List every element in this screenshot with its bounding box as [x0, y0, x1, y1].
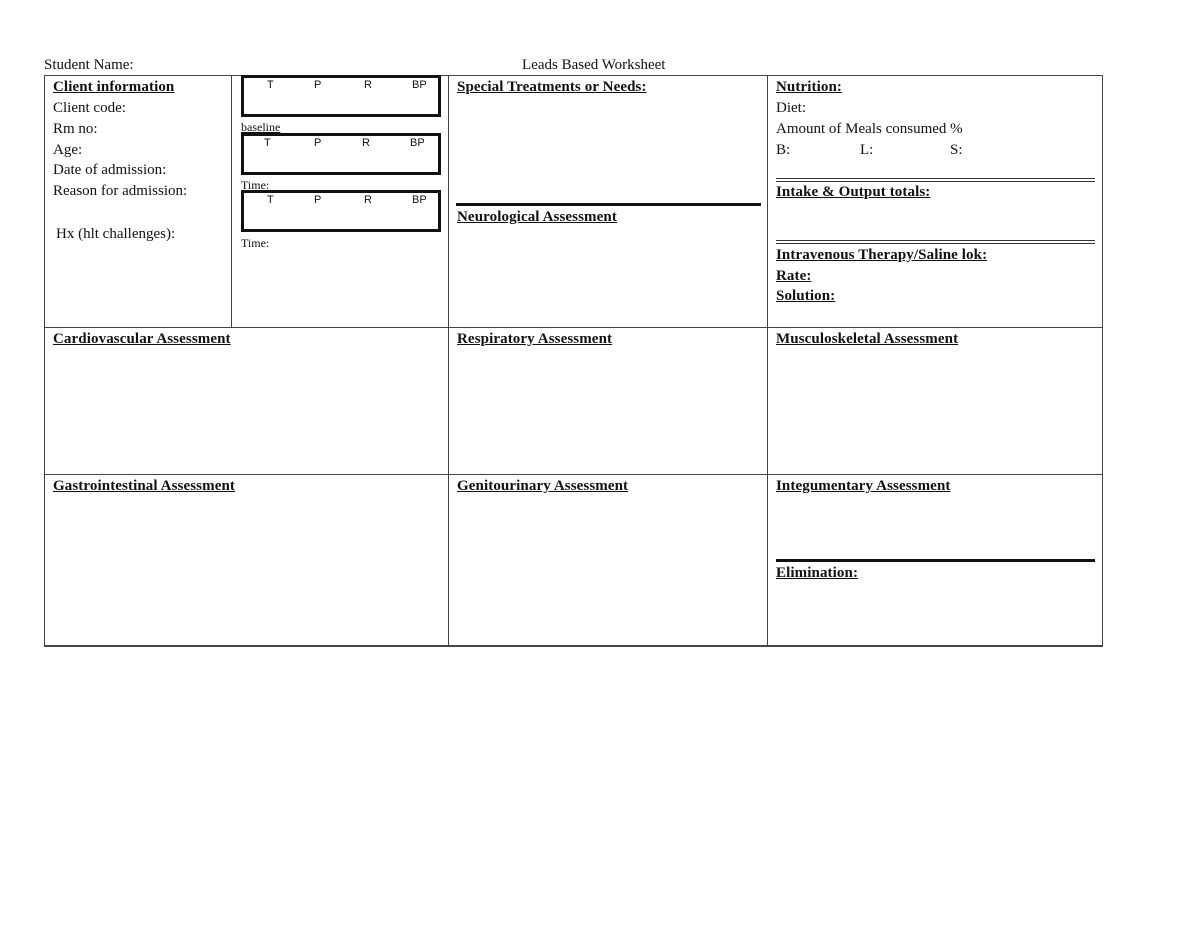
grid-col-divider-2	[767, 75, 768, 646]
vitals-box-time-2[interactable]: T P R BP	[241, 190, 441, 232]
vitals-resp-label: R	[364, 79, 372, 91]
vitals-resp-label: R	[362, 137, 370, 149]
iv-therapy-heading: Intravenous Therapy/Saline lok:	[776, 247, 988, 263]
vitals-caption-baseline: baseline	[241, 120, 281, 134]
meal-lunch-label: L:	[860, 142, 874, 158]
vitals-temp-label: T	[264, 137, 271, 149]
integumentary-heading: Integumentary Assessment	[776, 478, 951, 494]
grid-top-border	[44, 75, 1103, 76]
diet-label: Diet:	[776, 100, 806, 116]
neurological-heading: Neurological Assessment	[457, 209, 617, 225]
age-label: Age:	[53, 142, 83, 158]
vitals-bp-label: BP	[412, 194, 427, 206]
vitals-bp-label: BP	[412, 79, 427, 91]
vitals-box-baseline[interactable]: T P R BP	[241, 75, 441, 117]
meals-consumed-label: Amount of Meals consumed %	[776, 121, 963, 137]
intake-output-heading: Intake & Output totals:	[776, 184, 931, 200]
iv-rate-label: Rate:	[776, 268, 812, 284]
room-number-label: Rm no:	[53, 121, 98, 137]
client-code-label: Client code:	[53, 100, 126, 116]
grid-bottom-border	[44, 645, 1103, 647]
student-name-label: Student Name:	[44, 57, 134, 73]
vitals-pulse-label: P	[314, 79, 322, 91]
grid-right-border	[1102, 75, 1103, 646]
genitourinary-heading: Genitourinary Assessment	[457, 478, 629, 494]
meal-breakfast-label: B:	[776, 142, 791, 158]
admission-reason-label: Reason for admission:	[53, 183, 188, 199]
cardiovascular-heading: Cardiovascular Assessment	[53, 331, 231, 347]
respiratory-heading: Respiratory Assessment	[457, 331, 613, 347]
grid-col-divider-1	[448, 75, 449, 646]
elimination-heading: Elimination:	[776, 565, 859, 581]
client-info-heading: Client information	[53, 79, 175, 95]
vitals-bp-label: BP	[410, 137, 425, 149]
section-divider	[456, 203, 761, 206]
musculoskeletal-heading: Musculoskeletal Assessment	[776, 331, 959, 347]
grid-left-border	[44, 75, 45, 646]
vitals-resp-label: R	[364, 194, 372, 206]
special-treatments-heading: Special Treatments or Needs:	[457, 79, 647, 95]
iv-solution-label: Solution:	[776, 288, 836, 304]
gastrointestinal-heading: Gastrointestinal Assessment	[53, 478, 236, 494]
vitals-box-time-1[interactable]: T P R BP	[241, 133, 441, 175]
vitals-pulse-label: P	[314, 194, 322, 206]
meal-supper-label: S:	[950, 142, 963, 158]
section-divider	[776, 240, 1095, 244]
grid-col-divider-client	[231, 75, 232, 327]
admission-date-label: Date of admission:	[53, 162, 167, 178]
section-divider	[776, 559, 1095, 562]
health-history-label: Hx (hlt challenges):	[56, 226, 176, 242]
vitals-temp-label: T	[267, 79, 274, 91]
grid-row-divider-1	[44, 327, 1103, 328]
nutrition-heading: Nutrition:	[776, 79, 842, 95]
grid-row-divider-2	[44, 474, 1103, 475]
worksheet-title: Leads Based Worksheet	[522, 57, 666, 73]
vitals-caption-time-2: Time:	[241, 236, 270, 250]
vitals-pulse-label: P	[314, 137, 322, 149]
vitals-temp-label: T	[267, 194, 274, 206]
